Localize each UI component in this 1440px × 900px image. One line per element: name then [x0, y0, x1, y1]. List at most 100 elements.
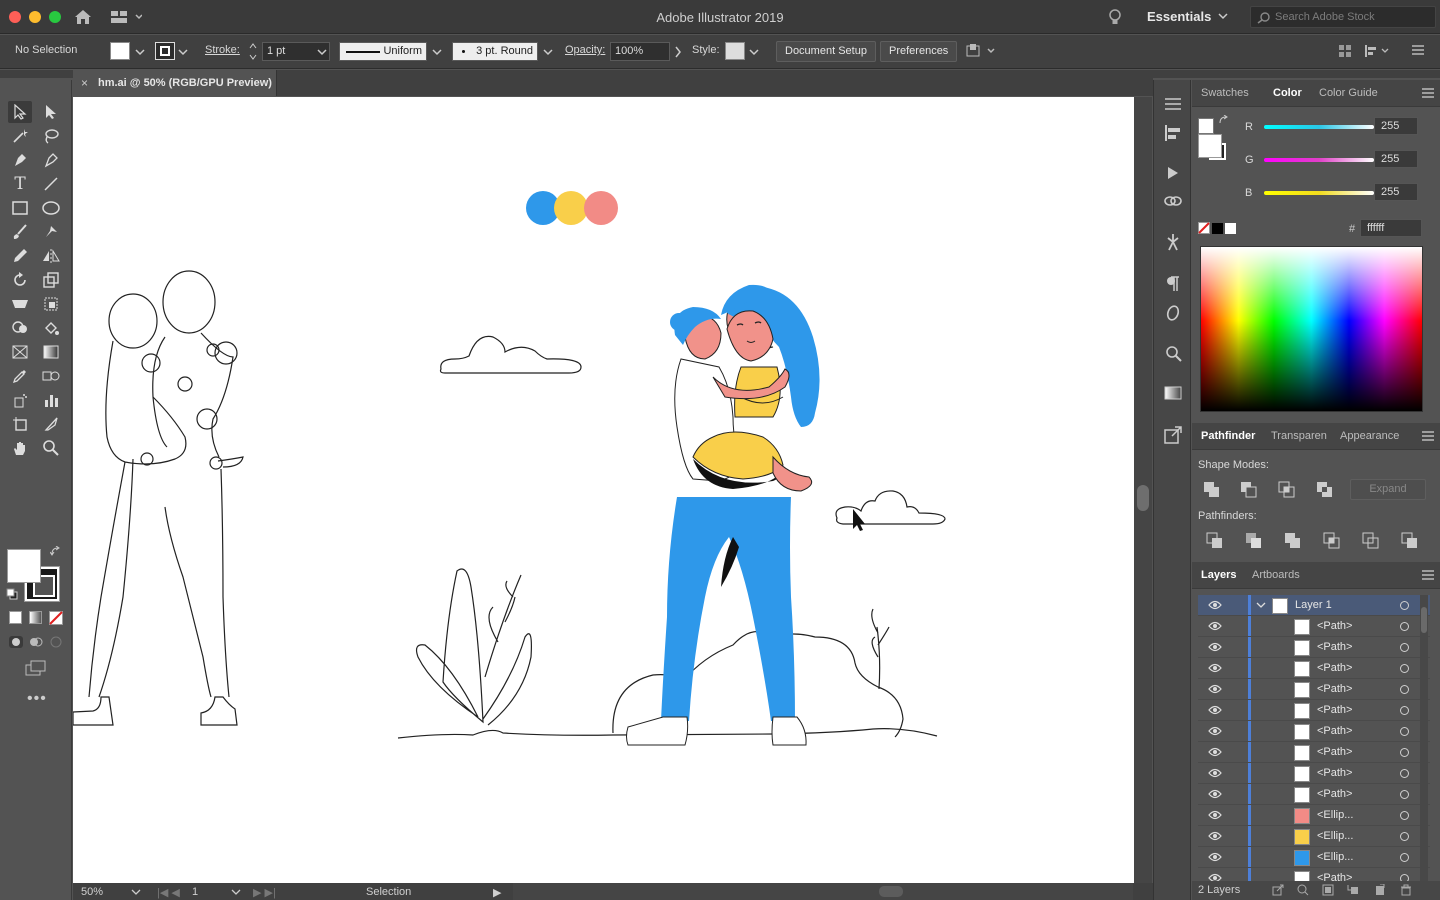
draw-behind-icon[interactable] — [29, 635, 43, 649]
locate-object-icon[interactable] — [1297, 884, 1309, 896]
black-swatch[interactable] — [1212, 223, 1223, 234]
none-color-icon[interactable] — [1198, 222, 1210, 234]
artboard-canvas[interactable] — [73, 97, 1134, 883]
paragraph-icon[interactable] — [1164, 276, 1182, 292]
artboard-nav-first[interactable]: |◀ ◀ — [157, 886, 180, 899]
channel-r-value[interactable]: 255 — [1374, 117, 1418, 135]
eye-icon[interactable] — [1208, 642, 1222, 652]
screen-mode-icon[interactable] — [25, 660, 47, 676]
expand-button[interactable]: Expand — [1350, 479, 1426, 500]
target-icon[interactable] — [1400, 832, 1409, 841]
panel-menu-icon[interactable] — [1422, 431, 1434, 441]
channel-b-slider[interactable] — [1264, 191, 1374, 195]
trash-icon[interactable] — [1400, 884, 1412, 896]
layer-name[interactable]: <Ellip... — [1317, 830, 1353, 842]
minus-back-icon[interactable] — [1401, 532, 1419, 550]
artboard-tool-icon[interactable] — [8, 413, 32, 435]
channel-r-slider[interactable] — [1264, 125, 1374, 129]
swap-icon[interactable] — [1218, 115, 1230, 127]
reflect-tool-icon[interactable] — [39, 245, 63, 267]
selection-tool-icon[interactable] — [8, 101, 32, 123]
gradient-mode-icon[interactable] — [29, 611, 42, 624]
stepper-icon[interactable] — [249, 42, 257, 62]
layer-name[interactable]: <Ellip... — [1317, 809, 1353, 821]
eye-icon[interactable] — [1208, 726, 1222, 736]
direct-selection-tool-icon[interactable] — [39, 101, 63, 123]
layer-row[interactable]: <Path> — [1198, 763, 1430, 784]
rectangle-tool-icon[interactable] — [8, 197, 32, 219]
chevron-down-icon[interactable] — [178, 48, 188, 56]
stock-search-input[interactable]: Search Adobe Stock — [1250, 6, 1436, 28]
chevron-down-icon[interactable] — [135, 48, 145, 56]
new-sublayer-icon[interactable] — [1347, 884, 1359, 896]
tab-layers[interactable]: Layers — [1201, 569, 1236, 581]
stroke-swatch[interactable] — [155, 42, 175, 60]
panel-fill-swatch[interactable] — [1198, 118, 1214, 134]
preferences-button[interactable]: Preferences — [880, 41, 958, 62]
tab-swatches[interactable]: Swatches — [1201, 87, 1249, 99]
layer-name[interactable]: <Path> — [1317, 704, 1352, 716]
tab-color[interactable]: Color — [1273, 87, 1302, 99]
layer-row[interactable]: <Path> — [1198, 658, 1430, 679]
tab-pathfinder[interactable]: Pathfinder — [1201, 430, 1255, 442]
align-icon[interactable] — [1338, 44, 1352, 58]
workspace-switcher[interactable]: Essentials — [1147, 9, 1211, 24]
rotate-tool-icon[interactable] — [8, 269, 32, 291]
color-mode-icon[interactable] — [9, 611, 22, 624]
chevron-down-icon[interactable] — [231, 889, 241, 897]
free-transform-tool-icon[interactable] — [39, 293, 63, 315]
shape-builder-tool-icon[interactable] — [8, 317, 32, 339]
exclude-icon[interactable] — [1316, 481, 1334, 499]
eye-icon[interactable] — [1208, 621, 1222, 631]
gradient-tool-icon[interactable] — [39, 341, 63, 363]
vertical-scrollbar[interactable] — [1134, 97, 1152, 883]
eye-icon[interactable] — [1208, 810, 1222, 820]
target-icon[interactable] — [1400, 769, 1409, 778]
chevron-right-icon[interactable] — [674, 46, 682, 58]
eye-icon[interactable] — [1208, 705, 1222, 715]
artboard-number[interactable]: 1 — [192, 886, 198, 898]
pencil-tool-icon[interactable] — [8, 245, 32, 267]
variable-width-profile[interactable]: Uniform — [339, 42, 427, 61]
target-icon[interactable] — [1400, 622, 1409, 631]
channel-b-value[interactable]: 255 — [1374, 183, 1418, 201]
trim-icon[interactable] — [1245, 532, 1263, 550]
puppet-warp-icon[interactable] — [1164, 232, 1182, 252]
scale-tool-icon[interactable] — [39, 269, 63, 291]
properties-menu-icon[interactable] — [1164, 97, 1182, 111]
eye-icon[interactable] — [1208, 600, 1222, 610]
layer-row[interactable]: <Path> — [1198, 616, 1430, 637]
chevron-down-icon[interactable] — [543, 48, 553, 56]
arrange-documents-icon[interactable] — [966, 43, 998, 59]
clipping-mask-icon[interactable] — [1322, 884, 1334, 896]
chevron-down-icon[interactable] — [1256, 602, 1266, 610]
hamburger-menu-icon[interactable] — [1412, 45, 1424, 55]
distribute-icon[interactable] — [1364, 44, 1392, 58]
eye-icon[interactable] — [1208, 684, 1222, 694]
panel-active-fill[interactable] — [1198, 134, 1222, 158]
layer-row[interactable]: <Path> — [1198, 637, 1430, 658]
layer-name[interactable]: <Path> — [1317, 788, 1352, 800]
draw-normal-icon[interactable] — [8, 635, 24, 649]
eye-icon[interactable] — [1208, 663, 1222, 673]
type-tool-icon[interactable]: T — [8, 173, 32, 195]
layer-name[interactable]: <Path> — [1317, 767, 1352, 779]
export-icon[interactable] — [1164, 426, 1182, 444]
tab-appearance[interactable]: Appearance — [1340, 430, 1399, 442]
draw-inside-icon[interactable] — [49, 635, 63, 649]
zoom-tool-icon[interactable] — [39, 437, 63, 459]
target-icon[interactable] — [1400, 748, 1409, 757]
gradient-panel-icon[interactable] — [1164, 386, 1182, 400]
layer-row[interactable]: <Path> — [1198, 721, 1430, 742]
target-icon[interactable] — [1400, 790, 1409, 799]
intersect-icon[interactable] — [1278, 481, 1296, 499]
paintbrush-tool-icon[interactable] — [8, 221, 32, 243]
layer-row[interactable]: <Ellip... — [1198, 805, 1430, 826]
document-setup-button[interactable]: Document Setup — [776, 41, 876, 62]
layer-row[interactable]: <Path> — [1198, 700, 1430, 721]
lightbulb-icon[interactable] — [1108, 8, 1122, 26]
target-icon[interactable] — [1400, 853, 1409, 862]
layer-name[interactable]: <Path> — [1317, 725, 1352, 737]
slice-tool-icon[interactable] — [39, 413, 63, 435]
column-graph-icon[interactable] — [39, 389, 63, 411]
